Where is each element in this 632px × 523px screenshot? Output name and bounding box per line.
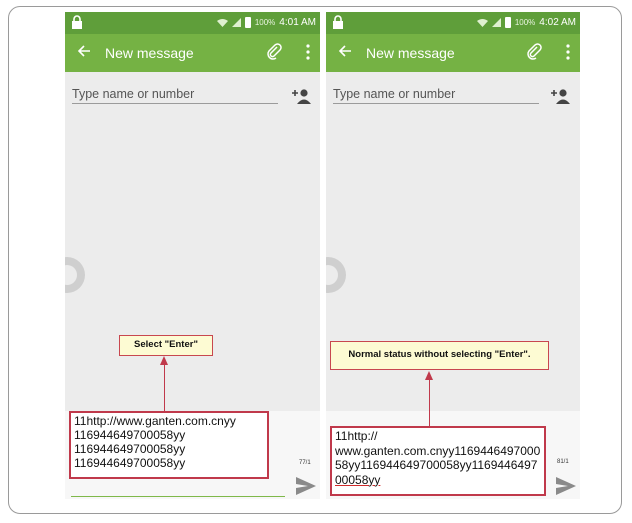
drawer-handle[interactable] — [65, 257, 85, 293]
status-bar: 100% 4:01 AM — [65, 12, 320, 34]
message-line: 00058yy — [335, 472, 381, 487]
char-counter: 77/1 — [299, 460, 311, 466]
lock-icon — [72, 15, 82, 29]
send-icon[interactable] — [296, 477, 316, 495]
add-contact-icon[interactable] — [550, 88, 570, 104]
message-line: 11http:// — [335, 429, 378, 443]
battery-percent: 100% — [254, 18, 276, 27]
lock-icon — [333, 15, 343, 29]
app-bar: New message — [326, 34, 580, 72]
more-vert-icon[interactable] — [306, 44, 310, 60]
message-input[interactable]: 11http://www.ganten.com.cnyy 11694464970… — [69, 411, 269, 479]
annotation-arrow — [164, 364, 165, 411]
status-time: 4:01 AM — [279, 17, 316, 28]
status-time: 4:02 AM — [539, 17, 576, 28]
message-input[interactable]: 11http:// www.ganten.com.cnyy11694464970… — [330, 426, 546, 496]
add-contact-icon[interactable] — [291, 88, 311, 104]
wifi-icon — [216, 18, 228, 27]
message-line: 116944649700058yy — [74, 428, 186, 442]
more-vert-icon[interactable] — [566, 44, 570, 60]
status-bar: 100% 4:02 AM — [326, 12, 580, 34]
app-bar: New message — [65, 34, 320, 72]
paperclip-icon[interactable] — [266, 42, 282, 60]
send-icon[interactable] — [556, 477, 576, 495]
annotation-callout: Normal status without selecting "Enter". — [330, 341, 549, 370]
battery-icon — [244, 17, 251, 28]
page-title: New message — [105, 45, 194, 61]
battery-icon — [504, 17, 511, 28]
recipient-input[interactable]: Type name or number — [72, 85, 278, 104]
message-line: 11http://www.ganten.com.cnyy — [74, 414, 236, 428]
compose-underline — [71, 496, 285, 497]
message-line: 116944649700058yy — [74, 442, 186, 456]
recipient-input[interactable]: Type name or number — [333, 85, 539, 104]
message-line: 116944649700058yy — [74, 456, 186, 470]
paperclip-icon[interactable] — [526, 42, 542, 60]
signal-icon — [491, 18, 501, 27]
message-line: www.ganten.com.cnyy1169446497000 — [335, 443, 541, 458]
signal-icon — [231, 18, 241, 27]
annotation-callout: Select "Enter" — [119, 335, 213, 356]
page-title: New message — [366, 45, 455, 61]
battery-percent: 100% — [514, 18, 536, 27]
annotation-arrowhead — [160, 356, 168, 365]
back-arrow-icon[interactable] — [77, 44, 91, 58]
recipient-placeholder: Type name or number — [333, 87, 456, 101]
back-arrow-icon[interactable] — [338, 44, 352, 58]
wifi-icon — [476, 18, 488, 27]
recipient-placeholder: Type name or number — [72, 87, 195, 101]
annotation-arrow — [429, 379, 430, 426]
drawer-handle[interactable] — [326, 257, 346, 293]
annotation-arrowhead — [425, 371, 433, 380]
message-line: 58yy116944649700058yy1169446497 — [335, 458, 538, 472]
char-counter: 81/1 — [557, 459, 569, 465]
